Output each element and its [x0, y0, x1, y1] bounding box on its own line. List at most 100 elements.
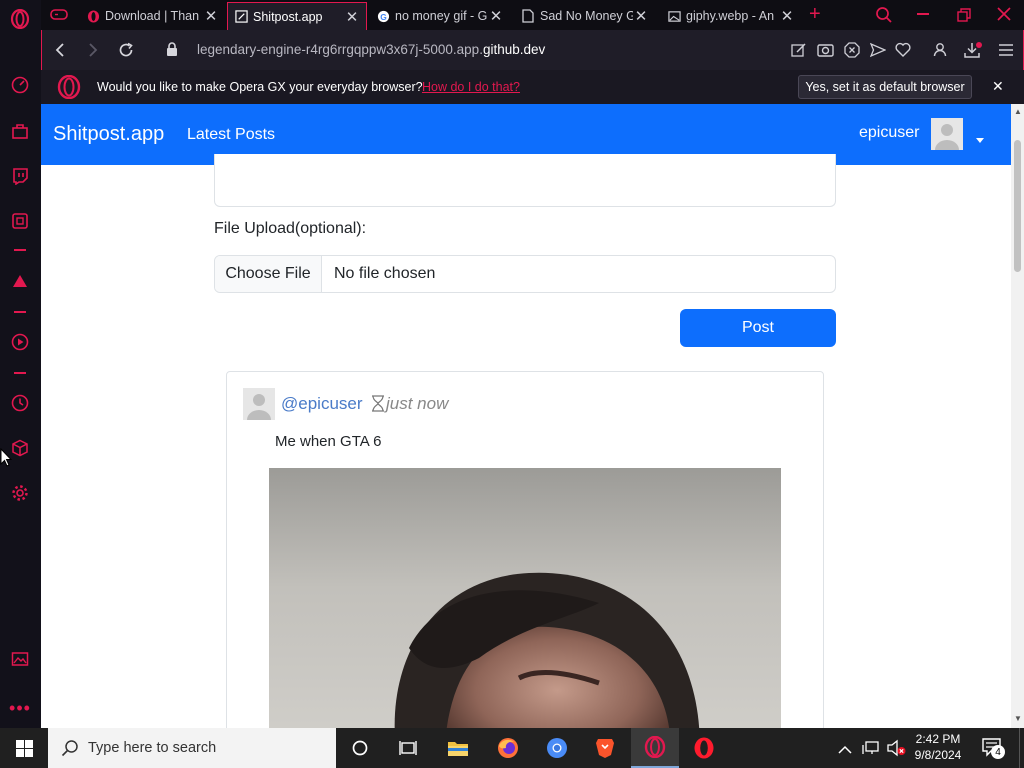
- minimize-icon[interactable]: [917, 13, 929, 15]
- opera-taskbar-icon[interactable]: [680, 728, 728, 768]
- page-scrollbar[interactable]: ▲ ▼: [1011, 104, 1024, 728]
- windows-start-icon[interactable]: [0, 728, 48, 768]
- close-icon[interactable]: ✕: [488, 7, 504, 25]
- tab-sad-no-money[interactable]: Sad No Money G ✕: [515, 2, 655, 30]
- close-icon[interactable]: ✕: [203, 7, 219, 25]
- history-icon[interactable]: [9, 392, 31, 414]
- settings-gear-icon[interactable]: [9, 482, 31, 504]
- lock-icon[interactable]: [166, 42, 178, 62]
- gx-corner-icon[interactable]: [9, 210, 31, 232]
- tab-download[interactable]: Download | Than ✕: [80, 2, 225, 30]
- network-icon[interactable]: [862, 740, 880, 761]
- close-icon[interactable]: ✕: [779, 7, 795, 25]
- scroll-down-icon[interactable]: ▼: [1014, 714, 1022, 723]
- edit-icon[interactable]: [791, 42, 807, 63]
- post-avatar: [243, 388, 275, 420]
- url-domain: github.dev: [482, 42, 546, 57]
- restore-icon[interactable]: [957, 8, 971, 27]
- sidebar-divider: [14, 311, 26, 313]
- heart-icon[interactable]: [895, 42, 911, 62]
- svg-text:G: G: [380, 11, 387, 21]
- scroll-up-icon[interactable]: ▲: [1014, 107, 1022, 116]
- close-icon[interactable]: ✕: [633, 7, 649, 25]
- post-card: @epicuser just now Me when GTA 6: [226, 371, 824, 728]
- doc-icon: [521, 9, 535, 23]
- tab-no-money-gif[interactable]: G no money gif - G ✕: [370, 2, 510, 30]
- sidebar-divider: [14, 249, 26, 251]
- brand-link[interactable]: Shitpost.app: [53, 123, 164, 146]
- search-placeholder: Type here to search: [88, 740, 217, 756]
- clock[interactable]: 2:42 PM 9/8/2024: [909, 731, 967, 763]
- profile-icon[interactable]: [933, 42, 947, 62]
- camera-icon[interactable]: [817, 42, 834, 62]
- menu-icon[interactable]: [998, 43, 1014, 62]
- post-author-link[interactable]: @epicuser: [281, 394, 363, 414]
- set-default-button[interactable]: Yes, set it as default browser: [798, 75, 972, 99]
- avatar[interactable]: [931, 118, 963, 150]
- tab-giphy[interactable]: giphy.webp - An ✕: [661, 2, 801, 30]
- default-browser-banner: Would you like to make Opera GX your eve…: [41, 70, 1024, 104]
- caret-down-icon[interactable]: [976, 130, 984, 148]
- reload-icon[interactable]: [118, 42, 134, 63]
- username-label[interactable]: epicuser: [859, 124, 919, 142]
- hourglass-icon: [371, 395, 385, 417]
- tab-shitpost[interactable]: Shitpost.app ✕: [227, 2, 367, 30]
- close-icon[interactable]: ✕: [992, 78, 1004, 95]
- downloads-icon[interactable]: [964, 42, 982, 64]
- post-textarea[interactable]: [214, 154, 836, 207]
- taskbar-search-box[interactable]: Type here to search: [48, 728, 336, 768]
- wallpaper-icon[interactable]: [9, 648, 31, 670]
- user-silhouette-icon: [935, 124, 959, 150]
- opera-gx-taskbar-icon[interactable]: [631, 728, 679, 768]
- post-gif-image: [269, 468, 781, 728]
- choose-file-button[interactable]: Choose File: [215, 256, 322, 292]
- page-icon: [234, 10, 248, 24]
- post-timestamp: just now: [386, 394, 449, 413]
- twitch-icon[interactable]: [9, 165, 31, 187]
- file-explorer-icon[interactable]: [434, 728, 482, 768]
- back-icon[interactable]: [54, 42, 66, 63]
- address-bar-row: legendary-engine-r4rg6rrgqppw3x67j-5000.…: [41, 30, 1024, 70]
- how-to-link[interactable]: How do I do that?: [422, 80, 520, 94]
- new-tab-plus-icon[interactable]: +: [809, 3, 821, 26]
- cortana-icon[interactable]: [336, 728, 384, 768]
- tab-label: no money gif - G: [395, 9, 488, 23]
- opera-icon: [86, 9, 100, 23]
- show-desktop-strip[interactable]: [1019, 728, 1020, 768]
- task-view-icon[interactable]: [384, 728, 432, 768]
- search-tabs-icon[interactable]: [875, 6, 893, 29]
- extensions-cube-icon[interactable]: [9, 437, 31, 459]
- tray-chevron-up-icon[interactable]: [838, 741, 852, 759]
- web-page: Shitpost.app Latest Posts epicuser File …: [41, 104, 1011, 728]
- forward-icon[interactable]: [87, 42, 99, 63]
- user-silhouette-icon: [247, 394, 271, 420]
- chrome-icon[interactable]: [533, 728, 581, 768]
- close-icon[interactable]: ✕: [344, 8, 360, 26]
- brave-icon[interactable]: [581, 728, 629, 768]
- banner-text: Would you like to make Opera GX your eve…: [97, 80, 423, 94]
- send-icon[interactable]: [869, 42, 887, 63]
- notification-center-icon[interactable]: 4: [982, 738, 1005, 763]
- clock-date: 9/8/2024: [914, 748, 962, 762]
- player-icon[interactable]: [9, 331, 31, 353]
- firefox-icon[interactable]: [484, 728, 532, 768]
- scrollbar-thumb[interactable]: [1014, 140, 1021, 272]
- adblock-icon[interactable]: [844, 42, 860, 63]
- window-close-icon[interactable]: [996, 6, 1012, 27]
- url-field[interactable]: legendary-engine-r4rg6rrgqppw3x67j-5000.…: [197, 42, 545, 57]
- notification-count-badge: 4: [991, 745, 1005, 759]
- volume-muted-icon[interactable]: [886, 739, 906, 762]
- aria-icon[interactable]: [9, 270, 31, 292]
- file-input[interactable]: Choose File No file chosen: [214, 255, 836, 293]
- gamepad-icon[interactable]: [49, 6, 69, 27]
- shopping-bag-icon[interactable]: [9, 120, 31, 142]
- post-button[interactable]: Post: [680, 309, 836, 347]
- speedometer-icon[interactable]: [9, 74, 31, 96]
- opera-logo-icon[interactable]: [9, 8, 31, 30]
- tab-label: Shitpost.app: [253, 9, 323, 24]
- windows-taskbar: Type here to search 2:42 PM 9/8/2024 4: [0, 728, 1024, 768]
- more-dots-icon[interactable]: •••: [9, 697, 31, 719]
- clock-time: 2:42 PM: [915, 732, 961, 746]
- opera-logo-icon: [57, 74, 81, 104]
- latest-posts-link[interactable]: Latest Posts: [187, 126, 275, 144]
